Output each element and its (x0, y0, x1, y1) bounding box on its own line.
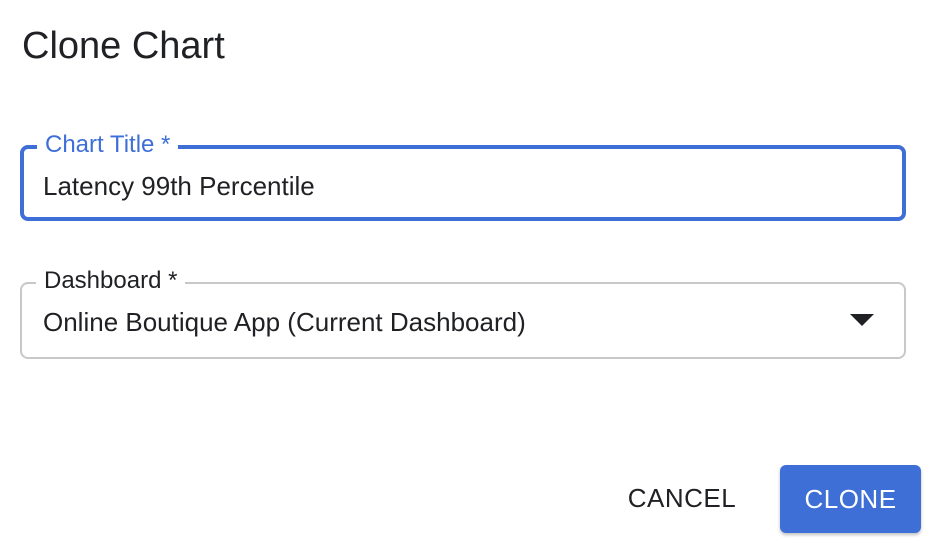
chart-title-label: Chart Title * (37, 130, 179, 160)
chart-title-field[interactable]: Chart Title * (20, 130, 906, 221)
dashboard-selected-value: Online Boutique App (Current Dashboard) (43, 307, 526, 337)
dialog-title: Clone Chart (22, 25, 225, 67)
dashboard-label: Dashboard * (36, 266, 186, 296)
chart-title-input[interactable] (43, 168, 863, 204)
cancel-button[interactable]: CANCEL (612, 468, 752, 528)
dashboard-select[interactable]: Dashboard * Online Boutique App (Current… (20, 266, 906, 359)
clone-chart-dialog: Clone Chart Chart Title * Dashboard * On… (0, 0, 934, 548)
arrow-drop-down-icon[interactable] (850, 314, 874, 326)
clone-button[interactable]: CLONE (780, 465, 921, 533)
